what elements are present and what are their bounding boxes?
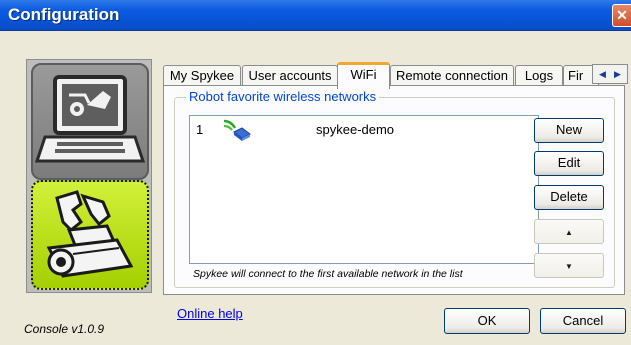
tab-wifi[interactable]: WiFi xyxy=(337,62,390,89)
scroll-right-icon[interactable]: ▶ xyxy=(614,65,621,83)
scroll-left-icon[interactable]: ◀ xyxy=(599,65,606,83)
move-down-button[interactable]: ▼ xyxy=(534,253,604,278)
laptop-mode-button[interactable] xyxy=(31,63,149,180)
group-title: Robot favorite wireless networks xyxy=(186,89,380,104)
delete-button[interactable]: Delete xyxy=(534,185,604,210)
network-name: spykee-demo xyxy=(316,122,395,137)
robot-mode-button[interactable] xyxy=(31,180,149,290)
priority-hint: Spykee will connect to the first availab… xyxy=(193,268,463,280)
close-icon: ✕ xyxy=(616,7,628,23)
new-button[interactable]: New xyxy=(534,118,604,143)
window-title: Configuration xyxy=(8,5,120,24)
ok-button[interactable]: OK xyxy=(444,308,530,334)
tab-logs[interactable]: Logs xyxy=(515,65,563,86)
wifi-tab-panel: Robot favorite wireless networks 1 spyke… xyxy=(163,85,625,295)
tab-strip: My Spykee User accounts WiFi Remote conn… xyxy=(163,62,628,89)
tab-my-spykee[interactable]: My Spykee xyxy=(163,65,241,86)
mode-selector xyxy=(26,59,152,293)
close-button[interactable]: ✕ xyxy=(612,4,631,27)
laptop-robot-icon xyxy=(34,75,146,163)
edit-button[interactable]: Edit xyxy=(534,151,604,176)
tab-user-accounts[interactable]: User accounts xyxy=(242,65,338,86)
network-list[interactable]: 1 spykee-demo xyxy=(189,115,539,264)
robot-icon xyxy=(46,190,134,278)
network-index: 1 xyxy=(196,122,204,137)
tab-scroll-buttons: ◀ ▶ xyxy=(592,64,628,84)
configuration-window: Configuration ✕ Console v1.0.9 My Spykee… xyxy=(0,0,631,345)
wireless-network-icon xyxy=(223,119,251,141)
online-help-link[interactable]: Online help xyxy=(177,306,243,321)
tab-remote-connection[interactable]: Remote connection xyxy=(390,65,514,86)
arrow-up-icon: ▲ xyxy=(565,228,573,237)
arrow-down-icon: ▼ xyxy=(565,262,573,271)
title-bar[interactable]: Configuration ✕ xyxy=(0,0,631,31)
favorite-networks-group: Robot favorite wireless networks 1 spyke… xyxy=(174,89,615,288)
version-label: Console v1.0.9 xyxy=(24,322,105,336)
list-item[interactable]: 1 spykee-demo xyxy=(190,116,538,146)
move-up-button[interactable]: ▲ xyxy=(534,219,604,244)
cancel-button[interactable]: Cancel xyxy=(540,308,626,334)
